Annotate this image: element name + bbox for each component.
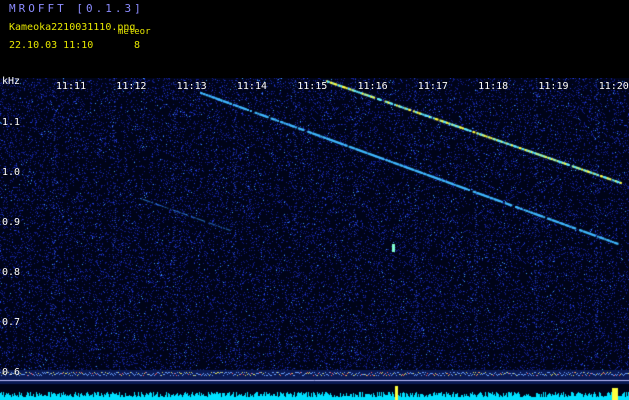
frequency-tick-label: 1.1 [2, 117, 21, 128]
time-tick-label: 11:13 [176, 81, 207, 92]
time-tick-label: 11:15 [297, 81, 328, 92]
time-tick-label: 11:14 [236, 81, 267, 92]
filename-label: Kameoka2210031110.png [9, 22, 136, 33]
datetime-label: 22.10.03 11:10 [9, 40, 94, 51]
frequency-tick-label: 0.9 [2, 217, 21, 228]
time-tick-label: 11:19 [538, 81, 569, 92]
meteor-count: 8 [134, 40, 141, 51]
time-tick-label: 11:11 [56, 81, 87, 92]
app-title: MROFFT [0.1.3] [9, 2, 144, 15]
time-tick-label: 11:12 [116, 81, 147, 92]
frequency-unit: kHz [2, 76, 21, 87]
frequency-tick-label: 0.8 [2, 267, 21, 278]
time-tick-label: 11:16 [357, 81, 388, 92]
header: MROFFT [0.1.3] Kameoka2210031110.png met… [0, 0, 629, 78]
time-tick-label: 11:18 [478, 81, 509, 92]
frequency-tick-label: 0.7 [2, 317, 21, 328]
frequency-tick-label: 1.0 [2, 167, 21, 178]
spectrogram-canvas [0, 78, 629, 400]
time-tick-label: 11:17 [417, 81, 448, 92]
time-tick-label: 11:20 [598, 81, 629, 92]
spectrogram-panel: kHz 11:11 11:12 11:13 11:14 11:15 11:16 11:17 1… [0, 76, 629, 400]
meteor-label: meteor [118, 27, 151, 37]
frequency-tick-label: 0.6 [2, 367, 21, 378]
